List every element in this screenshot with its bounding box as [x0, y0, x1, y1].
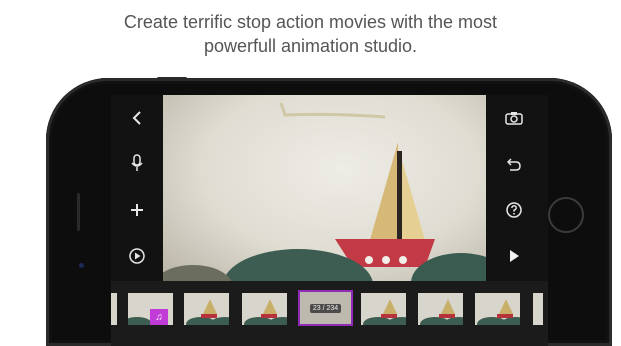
app-screen: ♫ 23 / 234	[111, 95, 548, 346]
headline: Create terrific stop action movies with …	[0, 10, 621, 58]
camera-viewport[interactable]	[163, 95, 486, 281]
play-icon	[510, 250, 519, 262]
frame-timeline[interactable]: ♫ 23 / 234	[111, 281, 548, 346]
phone-side-button-top	[157, 77, 187, 80]
play-button[interactable]	[501, 243, 527, 269]
preview-button[interactable]	[124, 243, 150, 269]
question-circle-icon	[506, 202, 522, 218]
plus-icon	[131, 204, 143, 216]
chevron-left-icon	[132, 111, 141, 125]
undo-button[interactable]	[501, 152, 527, 178]
headline-line-2: powerfull animation studio.	[203, 36, 418, 56]
current-frame[interactable]: 23 / 234	[298, 290, 353, 326]
microphone-icon	[131, 154, 143, 171]
undo-arrow-icon	[506, 158, 521, 171]
play-circle-icon	[129, 248, 145, 264]
stop-motion-scene	[163, 102, 486, 281]
microphone-button[interactable]	[124, 150, 150, 176]
frame-thumbnail[interactable]	[111, 293, 117, 325]
frame-thumbnail[interactable]	[475, 293, 520, 325]
back-button[interactable]	[124, 105, 150, 131]
headline-line-1: Create terrific stop action movies with …	[123, 12, 498, 32]
help-button[interactable]	[501, 197, 527, 223]
home-button[interactable]	[548, 197, 584, 233]
add-button[interactable]	[124, 197, 150, 223]
frame-counter: 23 / 234	[309, 303, 342, 313]
music-note-icon: ♫	[155, 311, 163, 323]
phone-sensor	[79, 263, 84, 268]
frame-thumbnail[interactable]	[242, 293, 287, 325]
frame-thumbnail[interactable]	[418, 293, 463, 325]
music-badge: ♫	[150, 309, 168, 325]
camera-icon	[505, 112, 523, 125]
frame-thumbnail[interactable]	[533, 293, 543, 325]
frame-thumbnail[interactable]: ♫	[128, 293, 173, 325]
phone-side-button-left	[77, 193, 80, 231]
camera-button[interactable]	[501, 105, 527, 131]
frame-thumbnail[interactable]	[361, 293, 406, 325]
frame-thumbnail[interactable]	[184, 293, 229, 325]
